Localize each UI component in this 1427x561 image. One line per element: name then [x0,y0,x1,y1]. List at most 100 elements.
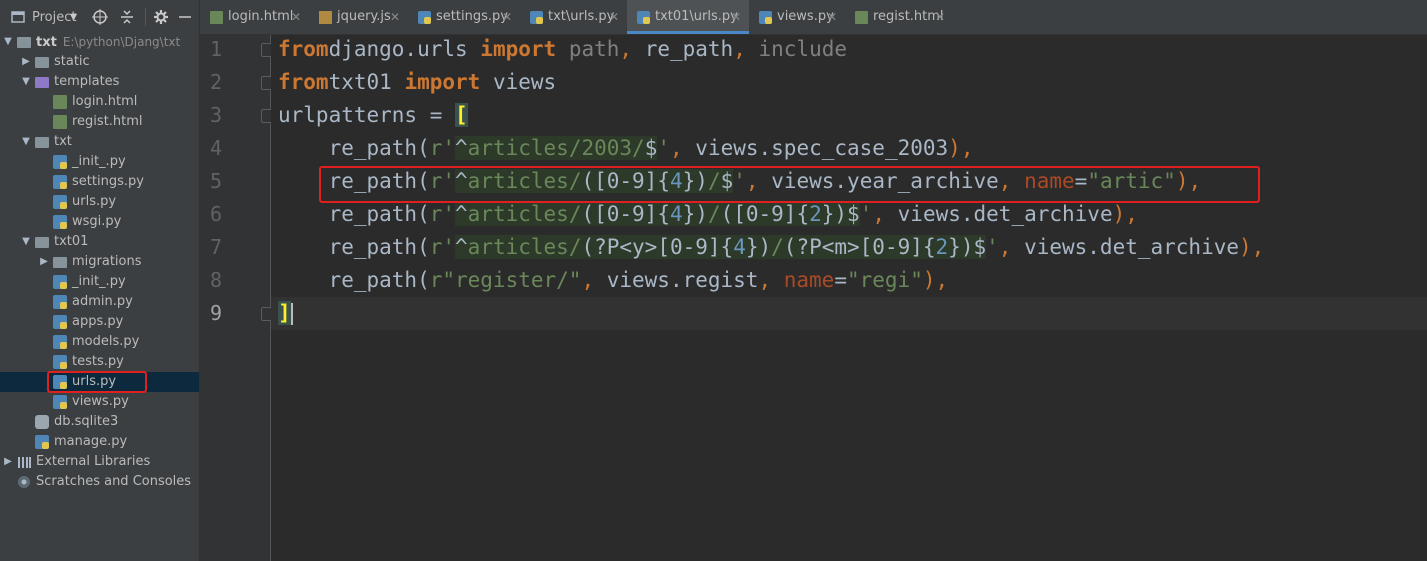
close-icon[interactable]: ✕ [390,0,400,34]
python-file-icon [53,215,67,229]
code-line[interactable]: re_path(r'^articles/(?P<y>[0-9]{4})/(?P<… [278,231,1264,264]
code-token: views.det_archive [897,202,1113,226]
code-token: views.regist [606,268,759,292]
tab-login-html[interactable]: login.html ✕ [200,0,309,34]
tree-item-label: login.html [72,94,138,109]
folder-icon [17,37,31,48]
line-number: 1 [209,37,222,61]
tree-item-label: db.sqlite3 [54,414,119,429]
expand-arrow-down-icon[interactable]: ▼ [20,232,32,252]
tree-item-label: txt01 [54,234,89,249]
tree-item[interactable]: ▼ txt [0,132,199,152]
tree-item[interactable]: urls.py [0,192,199,212]
python-file-icon [418,11,431,24]
tree-item[interactable]: ▼ txt E:\python\Djang\txt [0,32,199,52]
tree-item[interactable]: ▶ migrations [0,252,199,272]
close-icon[interactable]: ✕ [935,0,945,34]
html-file-icon [53,95,67,109]
code-token: name [783,268,835,292]
tree-item[interactable]: settings.py [0,172,199,192]
tree-item[interactable]: _init_.py [0,152,199,172]
annotation-highlight-box [319,166,1260,203]
code-line[interactable]: re_path(r'^articles/2003/$', views.spec_… [278,132,973,165]
tree-item-label: txt [54,134,72,149]
close-icon[interactable]: ✕ [502,0,512,34]
minimize-icon[interactable] [177,9,193,25]
close-icon[interactable]: ✕ [609,0,619,34]
line-number: 7 [209,235,222,259]
tree-item-label: admin.py [72,294,133,309]
tree-item[interactable]: tests.py [0,352,199,372]
tree-item[interactable]: apps.py [0,312,199,332]
tree-item[interactable]: views.py [0,392,199,412]
tree-item[interactable]: ▼ templates [0,72,199,92]
code-line[interactable]: fromtxt01 import views [278,66,556,99]
tree-item[interactable]: login.html [0,92,199,112]
expand-arrow-down-icon[interactable]: ▼ [20,132,32,152]
code-token: })$ [821,202,860,226]
code-token: ([0-9]{ [720,202,810,226]
code-token: })$ [948,235,987,259]
code-line[interactable]: re_path(r"register/", views.regist, name… [278,264,949,297]
tab-regist-html[interactable]: regist.html ✕ [845,0,953,34]
tab-jquery-js[interactable]: jquery.js ✕ [309,0,408,34]
code-token: re_path( [278,136,430,160]
tree-item[interactable]: manage.py [0,432,199,452]
tree-item[interactable]: ▶ External Libraries [0,452,199,472]
gear-icon[interactable] [153,9,169,25]
close-icon[interactable]: ✕ [827,0,837,34]
tree-item[interactable]: admin.py [0,292,199,312]
tree-item-label: External Libraries [36,454,151,469]
code-token: ] [278,301,291,325]
code-line[interactable]: urlpatterns = [ [278,99,468,132]
expand-arrow-down-icon[interactable]: ▼ [2,32,14,52]
code-token: "regi" [846,268,923,292]
tree-item[interactable]: _init_.py [0,272,199,292]
dropdown-arrow-icon[interactable]: ▾ [70,8,77,26]
tree-item-label: _init_.py [72,154,126,169]
line-number: 9 [209,301,222,325]
python-file-icon [759,11,772,24]
expand-arrow-right-icon[interactable]: ▶ [2,452,14,472]
code-token: from [278,70,329,94]
locate-target-icon[interactable] [92,9,108,25]
code-line[interactable]: ] [278,297,291,330]
tree-item[interactable]: models.py [0,332,199,352]
tree-item[interactable]: Scratches and Consoles [0,472,199,492]
close-icon[interactable]: ✕ [291,0,301,34]
tab-settings-py[interactable]: settings.py ✕ [408,0,520,34]
tree-item-label: tests.py [72,354,124,369]
tab-txt-urls-py[interactable]: txt\urls.py ✕ [520,0,627,34]
code-editor[interactable]: fromdjango.urls import path, re_path, in… [271,35,1427,561]
tree-item[interactable]: regist.html [0,112,199,132]
code-token: / [707,202,721,226]
code-token: r' [429,202,456,226]
tab-txt01-urls-py[interactable]: txt01\urls.py ✕ [627,0,749,34]
tree-item-label: _init_.py [72,274,126,289]
tree-item[interactable]: ▶ static [0,52,199,72]
tree-item[interactable]: db.sqlite3 [0,412,199,432]
expand-arrow-down-icon[interactable]: ▼ [20,72,32,92]
expand-arrow-right-icon[interactable]: ▶ [38,252,50,272]
tree-item-label: urls.py [72,194,117,209]
tree-item-path: E:\python\Djang\txt [62,35,181,49]
tree-item[interactable]: wsgi.py [0,212,199,232]
toolbar-separator [145,8,146,26]
code-token: import [404,70,493,94]
code-token: ^ [455,136,468,160]
folder-icon [35,237,49,248]
collapse-all-icon[interactable] [119,9,135,25]
python-file-icon [53,155,67,169]
code-token: }) [682,202,708,226]
close-icon[interactable]: ✕ [731,0,741,34]
code-token: re_path( [278,202,430,226]
code-token: import [480,37,569,61]
expand-arrow-right-icon[interactable]: ▶ [20,52,32,72]
tab-views-py[interactable]: views.py ✕ [749,0,845,34]
python-file-icon [53,335,67,349]
project-view-icon[interactable] [10,9,26,25]
tree-item[interactable]: ▼ txt01 [0,232,199,252]
code-token: articles/ [467,235,582,259]
code-line[interactable]: fromdjango.urls import path, re_path, in… [278,33,847,66]
tree-item-label: manage.py [54,434,128,449]
